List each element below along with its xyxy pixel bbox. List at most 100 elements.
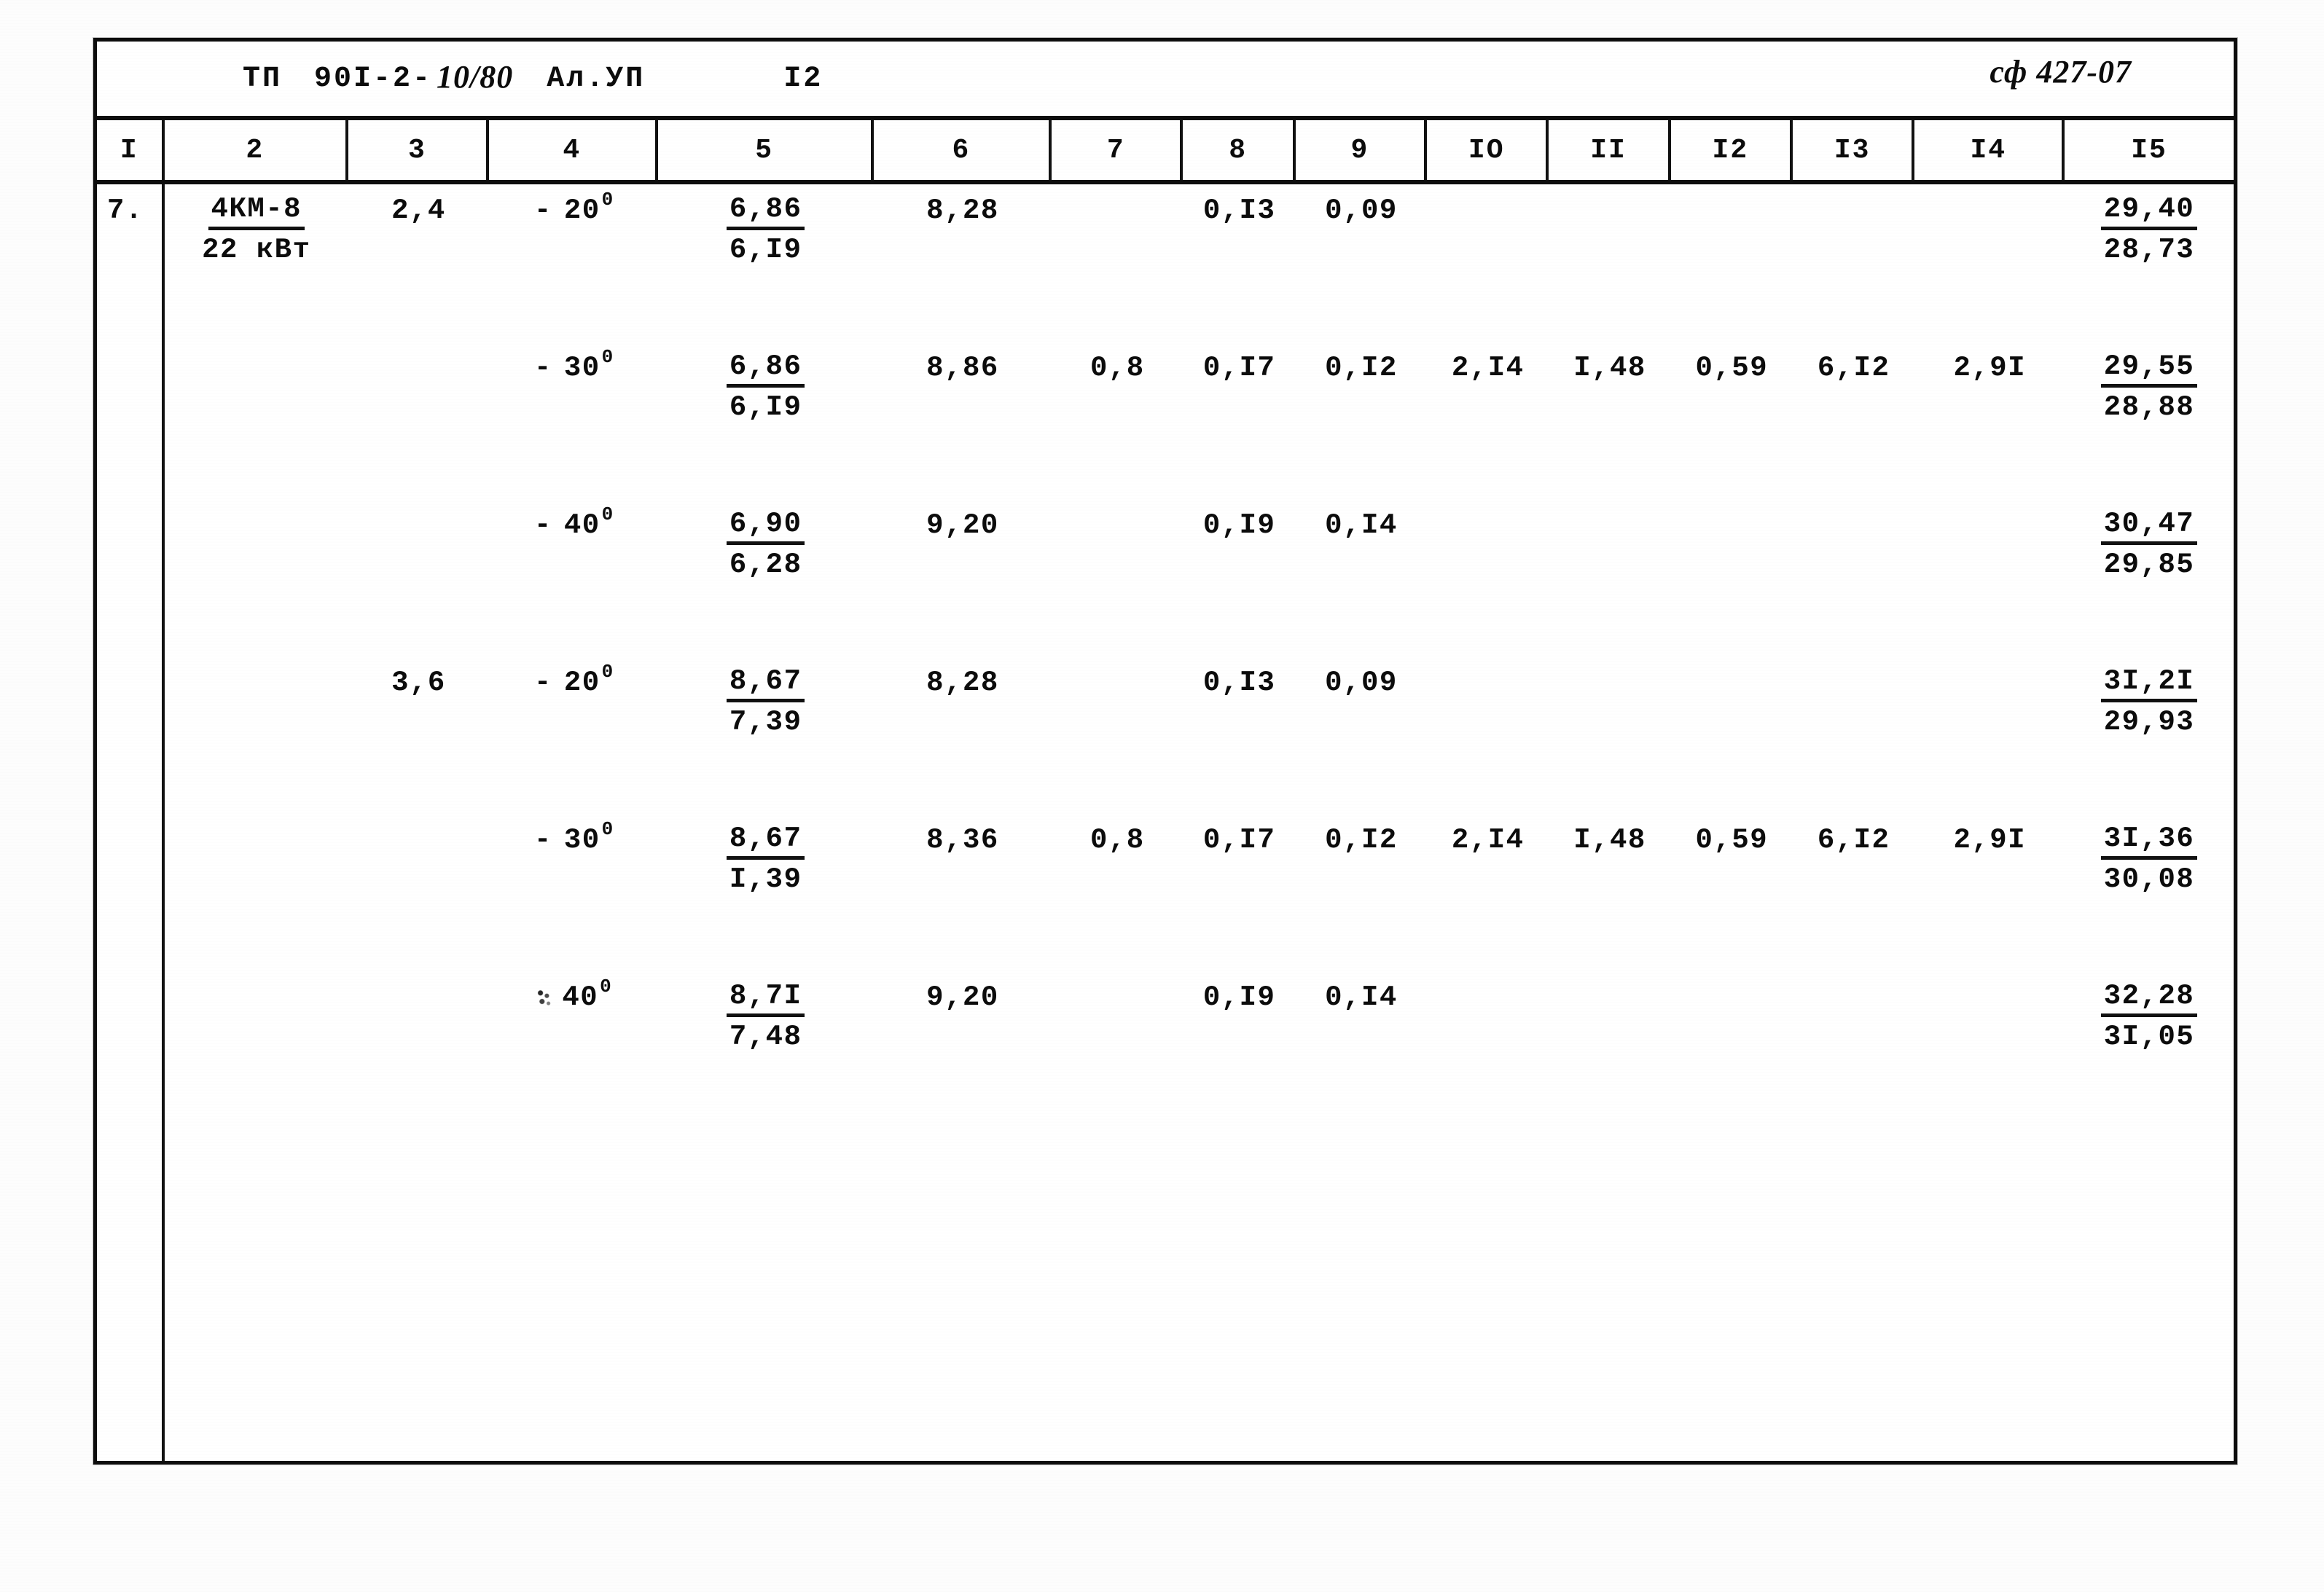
- cell-temperature: -20 0: [489, 656, 658, 807]
- flow-fraction-denominator: 6,28: [729, 548, 802, 581]
- cell-item-number: [97, 656, 165, 807]
- minus-sign-icon: -: [533, 352, 552, 384]
- cell-col-13: 6,I2: [1817, 352, 1890, 384]
- table-body: 7. 4КМ-8 22 кВт 2,4-20 0 6,86 6,I9 8,28 0,I3 0,09…: [97, 184, 2234, 1461]
- cell-col-11: [1549, 971, 1670, 1121]
- cell-col-8: 0,I9: [1202, 981, 1276, 1013]
- flow-fraction-denominator: 6,I9: [729, 391, 802, 423]
- total-fraction: 29,55 28,88: [2100, 352, 2198, 423]
- cell-capacity: 2,4: [391, 195, 446, 227]
- page-number: I2: [783, 62, 823, 95]
- total-fraction: 30,47 29,85: [2100, 509, 2198, 579]
- flow-fraction-numerator: 8,67: [726, 667, 805, 702]
- cell-equipment-type: [165, 499, 348, 649]
- flow-fraction-numerator: 8,7I: [726, 981, 805, 1017]
- total-fraction-denominator: 28,73: [2103, 233, 2195, 266]
- cell-col-7: [1052, 971, 1183, 1121]
- cell-col-11: [1549, 184, 1670, 334]
- flow-fraction: 8,67 7,39: [726, 667, 805, 737]
- equipment-fraction: 4КМ-8 22 кВт: [202, 195, 310, 264]
- total-fraction-numerator: 3I,36: [2100, 824, 2198, 860]
- degree-superscript: 0: [601, 189, 614, 211]
- cell-total-fraction: 29,55 28,88: [2065, 342, 2234, 492]
- cell-col-13: 6,I2: [1817, 824, 1890, 856]
- degree-superscript: 0: [601, 503, 614, 525]
- cell-equipment-type: 4КМ-8 22 кВт: [165, 184, 348, 334]
- cell-col-14: [1914, 184, 2065, 334]
- flow-fraction-numerator: 6,86: [726, 352, 805, 388]
- degree-superscript: 0: [601, 661, 614, 683]
- total-fraction-denominator: 28,88: [2103, 391, 2195, 423]
- series-label: ТП: [243, 62, 283, 95]
- cell-col-9: 0,09: [1325, 195, 1398, 227]
- cell-total-fraction: 3I,2I 29,93: [2065, 656, 2234, 807]
- flow-fraction: 8,7I 7,48: [726, 981, 805, 1053]
- cell-flow-fraction: 6,90 6,28: [658, 499, 874, 649]
- table-row: -40 0 6,90 6,28 9,20 0,I9 0,I4 30,47 29,85: [97, 499, 2234, 649]
- archive-stamp-handwritten: сф 427-07: [1990, 54, 2132, 90]
- cell-col-7: 0,8: [1089, 352, 1145, 384]
- minus-sign-icon: -: [533, 824, 552, 856]
- column-header-4: 4: [489, 120, 658, 180]
- cell-col-12: [1671, 184, 1793, 334]
- cell-item-number: 7.: [107, 195, 144, 227]
- cell-col-6: 9,20: [926, 509, 999, 541]
- cell-col-12: [1671, 971, 1793, 1121]
- flow-fraction-denominator: I,39: [729, 863, 802, 895]
- table-row: -30 0 6,86 6,I9 8,86 0,8 0,I7 0,I2 2,I4 I,48 0,59 6…: [97, 342, 2234, 492]
- table-frame: ТП 90I-2- 10/80 Ал.УП I2 сф 427-07 I2345…: [93, 38, 2237, 1464]
- temperature-value: 20: [563, 667, 600, 699]
- cell-col-9: 0,I2: [1325, 824, 1398, 856]
- cell-col-6: 8,86: [926, 352, 999, 384]
- cell-flow-fraction: 6,86 6,I9: [658, 342, 874, 492]
- cell-col-6: 8,28: [926, 195, 999, 227]
- degree-superscript: 0: [600, 976, 613, 997]
- column-header-row: I 2 3 4 5 6 7 8 9 IO II I2 I3 I4 I5: [97, 120, 2234, 184]
- minus-sign-icon: -: [533, 509, 552, 541]
- column-header-3: 3: [348, 120, 489, 180]
- temperature-value: 30: [563, 824, 600, 856]
- degree-superscript: 0: [601, 818, 614, 840]
- temperature-value: 40: [563, 509, 600, 541]
- cell-flow-fraction: 8,67 I,39: [658, 814, 874, 964]
- column-header-12: I2: [1671, 120, 1793, 180]
- flow-fraction: 8,67 I,39: [726, 824, 805, 895]
- cell-col-8: 0,I9: [1202, 509, 1276, 541]
- cell-col-10: 2,I4: [1451, 824, 1525, 856]
- cell-col-8: 0,I7: [1202, 824, 1276, 856]
- cell-col-12: 0,59: [1695, 824, 1769, 856]
- total-fraction-numerator: 29,55: [2100, 352, 2198, 388]
- total-fraction-numerator: 30,47: [2100, 509, 2198, 545]
- flow-fraction: 6,86 6,I9: [726, 195, 805, 264]
- cell-col-11: [1549, 499, 1670, 649]
- equipment-fraction-numerator: 4КМ-8: [208, 195, 305, 230]
- document-header: ТП 90I-2- 10/80 Ал.УП I2 сф 427-07: [97, 42, 2234, 120]
- cell-item-number: [97, 499, 165, 649]
- cell-temperature: -20 0: [489, 184, 658, 334]
- total-fraction: 32,28 3I,05: [2100, 981, 2198, 1051]
- flow-fraction-denominator: 7,48: [729, 1020, 802, 1053]
- cell-total-fraction: 32,28 3I,05: [2065, 971, 2234, 1121]
- total-fraction: 3I,2I 29,93: [2100, 667, 2198, 737]
- cell-col-7: [1052, 499, 1183, 649]
- cell-col-6: 8,28: [926, 667, 999, 699]
- cell-equipment-type: [165, 342, 348, 492]
- table-row: 7. 4КМ-8 22 кВт 2,4 -20 0 6,86 6,I9 8,28 0,I3 0,09…: [97, 184, 2234, 334]
- project-code-handwritten: 10/80: [437, 58, 514, 95]
- temperature-value: 40: [562, 981, 599, 1013]
- cell-capacity: [348, 814, 489, 964]
- total-fraction-numerator: 32,28: [2100, 981, 2198, 1017]
- cell-temperature: -40 0: [489, 499, 658, 649]
- cell-col-10: [1427, 499, 1549, 649]
- cell-temperature: -30 0: [489, 814, 658, 964]
- cell-flow-fraction: 6,86 6,I9: [658, 184, 874, 334]
- minus-sign-icon: -: [533, 667, 552, 699]
- column-header-11: II: [1549, 120, 1671, 180]
- cell-col-10: [1427, 184, 1549, 334]
- cell-col-11: I,48: [1573, 824, 1646, 856]
- table-row: 40 0 8,7I 7,48 9,20 0,I9 0,I4 32,28 3I,05: [97, 971, 2234, 1121]
- cell-col-10: [1427, 656, 1549, 807]
- cell-flow-fraction: 8,67 7,39: [658, 656, 874, 807]
- cell-item-number: [97, 814, 165, 964]
- cell-col-7: [1052, 184, 1183, 334]
